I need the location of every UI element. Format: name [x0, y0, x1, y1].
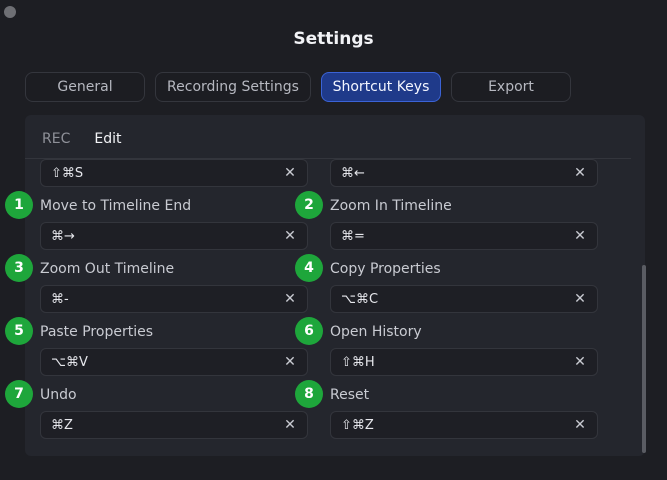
shortcut-label: Undo: [40, 387, 77, 403]
scrollbar[interactable]: [642, 265, 646, 453]
step-badge: 5: [5, 317, 33, 345]
shortcut-keys: ⌘Z: [51, 417, 73, 433]
close-icon[interactable]: ✕: [571, 416, 589, 434]
shortcut-keys: ⌥⌘C: [341, 291, 379, 307]
close-icon[interactable]: ✕: [281, 164, 299, 182]
shortcut-keys: ⌘→: [51, 228, 75, 244]
shortcut-label: Paste Properties: [40, 324, 153, 340]
window-close-dot[interactable]: [4, 6, 16, 18]
shortcut-keys: ⇧⌘S: [51, 165, 84, 181]
shortcut-keys: ⌘=: [341, 228, 365, 244]
close-icon[interactable]: ✕: [281, 290, 299, 308]
step-badge: 3: [5, 254, 33, 282]
step-badge: 2: [295, 191, 323, 219]
shortcut-keys: ⌘←: [341, 165, 365, 181]
shortcut-label: Reset: [330, 387, 370, 403]
shortcut-label: Zoom Out Timeline: [40, 261, 175, 277]
shortcut-keys: ⌥⌘V: [51, 354, 88, 370]
tab-export[interactable]: Export: [451, 72, 571, 102]
shortcut-field[interactable]: ⇧⌘S ✕: [40, 159, 308, 187]
shortcut-field[interactable]: ⌘→ ✕: [40, 222, 308, 250]
close-icon[interactable]: ✕: [281, 353, 299, 371]
subtab-edit[interactable]: Edit: [94, 131, 121, 147]
shortcut-panel: REC Edit ⇧⌘S ✕ ⌘← ✕ 1 Move to Timeline E…: [5, 115, 646, 456]
close-icon[interactable]: ✕: [571, 353, 589, 371]
shortcut-label: Copy Properties: [330, 261, 441, 277]
shortcut-label: Move to Timeline End: [40, 198, 192, 214]
close-icon[interactable]: ✕: [571, 290, 589, 308]
close-icon[interactable]: ✕: [281, 227, 299, 245]
settings-tabs: General Recording Settings Shortcut Keys…: [25, 72, 581, 102]
shortcut-label: Open History: [330, 324, 422, 340]
step-badge: 1: [5, 191, 33, 219]
shortcut-field[interactable]: ⌘- ✕: [40, 285, 308, 313]
step-badge: 8: [295, 380, 323, 408]
shortcut-field[interactable]: ⌘= ✕: [330, 222, 598, 250]
shortcut-keys: ⇧⌘H: [341, 354, 375, 370]
step-badge: 7: [5, 380, 33, 408]
shortcut-field[interactable]: ⇧⌘Z ✕: [330, 411, 598, 439]
shortcut-subtabs: REC Edit: [42, 131, 145, 147]
shortcut-label: Zoom In Timeline: [330, 198, 452, 214]
tab-general[interactable]: General: [25, 72, 145, 102]
shortcut-field[interactable]: ⌥⌘V ✕: [40, 348, 308, 376]
close-icon[interactable]: ✕: [571, 227, 589, 245]
tab-recording-settings[interactable]: Recording Settings: [155, 72, 311, 102]
subtab-rec[interactable]: REC: [42, 131, 70, 147]
shortcut-keys: ⇧⌘Z: [341, 417, 374, 433]
step-badge: 6: [295, 317, 323, 345]
shortcut-keys: ⌘-: [51, 291, 69, 307]
step-badge: 4: [295, 254, 323, 282]
tab-shortcut-keys[interactable]: Shortcut Keys: [321, 72, 441, 102]
shortcut-field[interactable]: ⌘Z ✕: [40, 411, 308, 439]
close-icon[interactable]: ✕: [281, 416, 299, 434]
shortcut-field[interactable]: ⇧⌘H ✕: [330, 348, 598, 376]
settings-window: Settings General Recording Settings Shor…: [0, 0, 667, 480]
page-title: Settings: [293, 29, 374, 49]
shortcut-field[interactable]: ⌘← ✕: [330, 159, 598, 187]
shortcut-field[interactable]: ⌥⌘C ✕: [330, 285, 598, 313]
close-icon[interactable]: ✕: [571, 164, 589, 182]
